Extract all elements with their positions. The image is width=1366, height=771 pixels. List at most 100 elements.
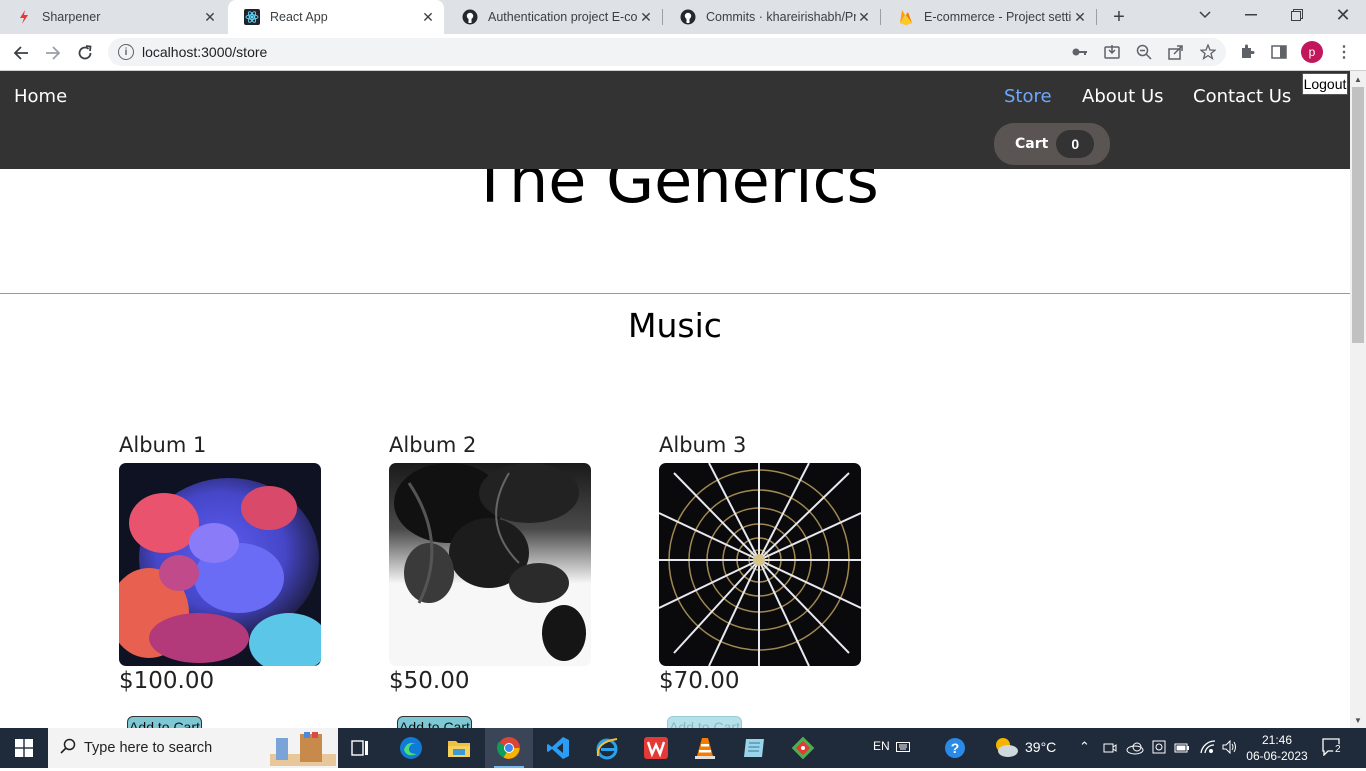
scroll-up-arrow-icon[interactable]: ▲	[1350, 75, 1366, 85]
github-icon	[680, 9, 696, 25]
album-title: Album 2	[389, 433, 477, 457]
url-text[interactable]: localhost:3000/store	[142, 44, 267, 60]
menu-icon[interactable]: ⋮	[1334, 42, 1354, 62]
system-clock[interactable]: 21:46 06-06-2023	[1246, 732, 1308, 764]
chrome-icon[interactable]	[485, 728, 533, 768]
internet-explorer-icon[interactable]	[583, 728, 631, 768]
onedrive-icon[interactable]	[1126, 741, 1144, 760]
browser-tab-sharpener[interactable]: Sharpener ✕	[0, 0, 226, 34]
album-price: $70.00	[659, 668, 740, 694]
wifi-icon[interactable]	[1200, 740, 1216, 759]
close-tab-icon[interactable]: ✕	[856, 9, 872, 25]
tab-separator	[1096, 9, 1097, 25]
tab-title: Authentication project E-com	[488, 10, 638, 24]
reload-icon[interactable]	[72, 40, 98, 66]
back-icon[interactable]	[8, 40, 34, 66]
browser-tab-react-app[interactable]: React App ✕	[228, 0, 444, 34]
windows-taskbar: Type here to search EN ? 39°C ⌃ 21:46 06…	[0, 728, 1366, 768]
scroll-down-arrow-icon[interactable]: ▼	[1350, 716, 1366, 726]
browser-toolbar: i localhost:3000/store p ⋮	[0, 34, 1366, 71]
github-icon	[462, 9, 478, 25]
nav-home-link[interactable]: Home	[14, 86, 67, 107]
logout-button[interactable]: Logout	[1302, 73, 1348, 95]
close-tab-icon[interactable]: ✕	[420, 9, 436, 25]
extensions-icon[interactable]	[1237, 42, 1257, 62]
nav-contact-link[interactable]: Contact Us	[1193, 86, 1291, 107]
weather-temperature[interactable]: 39°C	[1025, 739, 1056, 755]
album-price: $100.00	[119, 668, 215, 694]
volume-icon[interactable]	[1222, 739, 1238, 759]
show-hidden-icons-icon[interactable]: ⌃	[1079, 739, 1090, 755]
site-navbar: Home Store About Us Contact Us Cart 0 Lo…	[0, 71, 1350, 169]
new-tab-button[interactable]: +	[1108, 6, 1130, 28]
meet-now-icon[interactable]	[1103, 741, 1117, 760]
browser-tab-github-auth[interactable]: Authentication project E-com ✕	[446, 0, 662, 34]
install-app-icon[interactable]	[1102, 42, 1122, 62]
album-image[interactable]	[119, 463, 321, 666]
close-tab-icon[interactable]: ✕	[638, 9, 654, 25]
scroll-thumb[interactable]	[1352, 87, 1364, 343]
close-window-button[interactable]: ✕	[1320, 0, 1366, 30]
git-icon[interactable]	[779, 728, 827, 768]
nav-about-link[interactable]: About Us	[1082, 86, 1164, 107]
section-title: Music	[628, 306, 722, 345]
battery-icon[interactable]	[1174, 741, 1190, 759]
close-tab-icon[interactable]: ✕	[202, 9, 218, 25]
add-to-cart-button[interactable]: Add to Cart	[127, 716, 202, 728]
address-bar[interactable]: i localhost:3000/store	[108, 38, 1226, 66]
browser-tab-firebase[interactable]: E-commerce - Project setting ✕	[882, 0, 1096, 34]
note-app-icon[interactable]	[730, 728, 778, 768]
page-scrollbar[interactable]: ▲ ▼	[1350, 71, 1366, 728]
album-image[interactable]	[389, 463, 591, 666]
edge-icon[interactable]	[387, 728, 435, 768]
profile-avatar[interactable]: p	[1301, 41, 1323, 63]
cart-label: Cart	[1015, 136, 1049, 152]
add-to-cart-button[interactable]: Add to Cart	[397, 716, 472, 728]
react-icon	[244, 9, 260, 25]
tab-separator	[880, 9, 881, 25]
page-viewport: The Generics Home Store About Us Contact…	[0, 71, 1350, 728]
taskbar-search-box[interactable]: Type here to search	[48, 728, 338, 768]
wps-office-icon[interactable]	[632, 728, 680, 768]
security-icon[interactable]	[1152, 740, 1166, 759]
tab-title: React App	[270, 10, 328, 24]
album-price: $50.00	[389, 668, 470, 694]
tab-title: E-commerce - Project setting	[924, 10, 1072, 24]
forward-icon[interactable]	[40, 40, 66, 66]
album-title: Album 3	[659, 433, 747, 457]
clock-time: 21:46	[1261, 733, 1293, 747]
windows-start-icon[interactable]	[0, 728, 48, 768]
album-image[interactable]	[659, 463, 861, 666]
close-tab-icon[interactable]: ✕	[1072, 9, 1088, 25]
weather-icon[interactable]	[993, 736, 1019, 763]
minimize-button[interactable]	[1228, 0, 1274, 30]
nav-store-link[interactable]: Store	[1004, 86, 1052, 107]
notification-center-icon[interactable]: 2	[1322, 738, 1346, 758]
language-indicator[interactable]: EN	[873, 739, 890, 753]
help-icon[interactable]: ?	[944, 737, 966, 764]
vscode-icon[interactable]	[534, 728, 582, 768]
site-info-icon[interactable]: i	[118, 44, 134, 60]
restore-button[interactable]	[1274, 0, 1320, 30]
cart-button[interactable]: Cart 0	[994, 123, 1110, 165]
vlc-icon[interactable]	[681, 728, 729, 768]
search-icon	[60, 738, 76, 759]
add-to-cart-button[interactable]: Add to Cart	[667, 716, 742, 728]
zoom-icon[interactable]	[1134, 42, 1154, 62]
bookmark-star-icon[interactable]	[1198, 42, 1218, 62]
file-explorer-icon[interactable]	[435, 728, 483, 768]
album-card: Album 2 $50.00 Add to Cart	[389, 433, 591, 728]
firebase-icon	[898, 9, 914, 25]
browser-tab-github-commits[interactable]: Commits · khareirishabh/Proj ✕	[664, 0, 880, 34]
tab-search-icon[interactable]	[1182, 0, 1228, 30]
keyboard-icon[interactable]	[896, 740, 910, 758]
side-panel-icon[interactable]	[1269, 42, 1289, 62]
tab-title: Sharpener	[42, 10, 101, 24]
browser-tab-strip: Sharpener ✕ React App ✕ Authentication p…	[0, 0, 1366, 34]
share-icon[interactable]	[1166, 42, 1186, 62]
task-view-icon[interactable]	[336, 728, 384, 768]
clock-date: 06-06-2023	[1246, 749, 1308, 763]
album-card: Album 3 $70.00 Add to Cart	[659, 433, 861, 728]
album-card: Album 1 $100.00 Add to Cart	[119, 433, 321, 728]
key-icon[interactable]	[1070, 42, 1090, 62]
